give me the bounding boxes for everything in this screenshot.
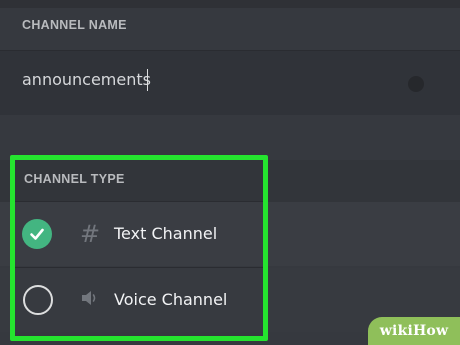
create-channel-panel: CHANNEL NAME announcements CHANNEL TYPE … [0,0,460,345]
text-caret [147,69,148,91]
clear-input-icon[interactable] [408,76,424,92]
channel-name-input[interactable]: announcements [0,50,460,116]
watermark-text: wikiHow [379,323,449,339]
highlight-box [10,155,268,341]
channel-name-value: announcements [22,70,151,89]
wikihow-watermark: wikiHow [368,317,460,345]
top-strip [0,0,460,8]
channel-name-label: CHANNEL NAME [22,18,127,32]
